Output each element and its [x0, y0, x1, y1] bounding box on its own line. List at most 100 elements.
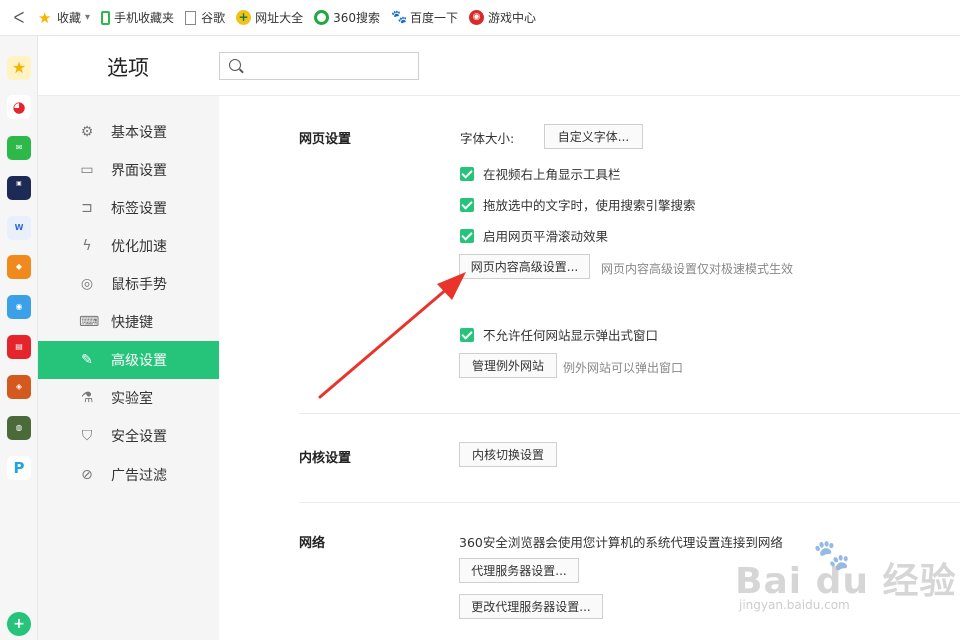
nav-label: 优化加速 [111, 239, 167, 255]
bookmark-favorites[interactable]: ★ 收藏 ▾ [38, 9, 90, 27]
lightning-icon: ϟ [82, 238, 92, 254]
flask-icon: ⚗ [80, 390, 94, 406]
weibo-icon[interactable]: ◕ [7, 95, 31, 119]
bookmark-mobile[interactable]: 手机收藏夹 [101, 9, 174, 26]
nav-item-shortcuts[interactable]: ⌨ 快捷键 [38, 303, 219, 341]
block-icon: ⊘ [81, 467, 93, 483]
nav-item-interface[interactable]: ▭ 界面设置 [38, 151, 219, 189]
bookmark-label: 网址大全 [255, 11, 304, 25]
wrench-icon: ✎ [81, 352, 93, 368]
nav-label: 标签设置 [111, 201, 167, 217]
settings-header: 选项 [38, 36, 960, 96]
section-title-network: 网络 [299, 536, 326, 551]
search-icon [229, 59, 241, 71]
checkbox-checked[interactable] [460, 197, 474, 212]
bookmark-360search[interactable]: 360搜索 [314, 9, 380, 26]
kernel-switch-button[interactable]: 内核切换设置 [459, 442, 557, 467]
gear-icon: ⚙ [80, 124, 94, 140]
exceptions-hint: 例外网站可以弹出窗口 [563, 361, 684, 375]
mouse-icon: ◎ [80, 276, 94, 292]
nav-item-security[interactable]: ⛉ 安全设置 [38, 417, 219, 455]
paw-icon: 🐾 [391, 10, 408, 25]
keyboard-icon: ⌨ [79, 314, 100, 330]
checkbox-row-drag-search[interactable]: 拖放选中的文字时，使用搜索引擎搜索 [460, 195, 696, 214]
bookmark-label: 收藏 [57, 11, 82, 25]
bookmark-label: 游戏中心 [488, 11, 537, 25]
nav-item-mouse-gesture[interactable]: ◎ 鼠标手势 [38, 265, 219, 303]
manage-exceptions-button[interactable]: 管理例外网站 [459, 353, 557, 378]
bookmark-label: 百度一下 [410, 11, 459, 25]
watermark-main: Bai du 经验 [735, 561, 957, 602]
custom-font-button[interactable]: 自定义字体... [544, 124, 643, 149]
checkbox-label: 在视频右上角显示工具栏 [483, 167, 621, 182]
bookmark-google[interactable]: 谷歌 [185, 9, 225, 26]
checkbox-row-block-popups[interactable]: 不允许任何网站显示弹出式窗口 [460, 325, 658, 344]
checkbox-label: 启用网页平滑滚动效果 [483, 229, 609, 244]
tab-icon: ⊐ [81, 200, 93, 216]
nav-item-optimize[interactable]: ϟ 优化加速 [38, 227, 219, 265]
nav-label: 安全设置 [111, 429, 167, 445]
nav-item-lab[interactable]: ⚗ 实验室 [38, 379, 219, 417]
plus-circle-icon: + [236, 10, 252, 25]
checkbox-checked[interactable] [460, 166, 474, 181]
nav-label: 广告过滤 [111, 468, 167, 484]
bookmark-baidu[interactable]: 🐾 百度一下 [391, 9, 458, 26]
search-box[interactable] [219, 52, 419, 80]
mail-icon[interactable]: ✉ [7, 136, 31, 160]
nav-label: 鼠标手势 [111, 277, 167, 293]
section-title-webpage: 网页设置 [299, 132, 352, 147]
checkbox-label: 拖放选中的文字时，使用搜索引擎搜索 [483, 198, 696, 213]
p-app-icon[interactable]: P [7, 456, 31, 480]
checkbox-checked[interactable] [460, 327, 474, 342]
advanced-content-settings-button[interactable]: 网页内容高级设置... [459, 254, 590, 279]
checkbox-row-smooth-scroll[interactable]: 启用网页平滑滚动效果 [460, 226, 608, 245]
novel-app-icon[interactable]: ◆ [7, 255, 31, 279]
word-doc-icon[interactable]: W [7, 216, 31, 240]
bookmark-game-center[interactable]: ◉ 游戏中心 [469, 9, 536, 26]
shopping-app-icon[interactable]: ▤ [7, 335, 31, 359]
checkbox-row-video-toolbar[interactable]: 在视频右上角显示工具栏 [460, 164, 621, 183]
document-icon [185, 10, 197, 25]
change-proxy-settings-button[interactable]: 更改代理服务器设置... [459, 594, 603, 619]
bookmark-label: 360搜索 [333, 11, 380, 25]
watermark-url: jingyan.baidu.com [739, 598, 850, 612]
phone-icon [101, 10, 111, 25]
circle-360-icon [314, 10, 330, 25]
favorites-star-icon[interactable]: ★ [7, 56, 31, 80]
checkbox-checked[interactable] [460, 228, 474, 243]
bookmarks-bar: ᐸ ★ 收藏 ▾ 手机收藏夹 谷歌 + 网址大全 360搜索 🐾 百度一下 ◉ … [0, 0, 960, 36]
divider [299, 502, 960, 503]
baidu-watermark: 🐾 Bai du 经验 jingyan.baidu.com [735, 538, 956, 628]
chevron-down-icon[interactable]: ▾ [85, 12, 90, 23]
app-sidebar: ★ ◕ ✉ ▣ W ◆ ◉ ▤ ◈ ◍ P + [0, 36, 38, 640]
bookmark-label: 谷歌 [201, 11, 226, 25]
proxy-settings-button[interactable]: 代理服务器设置... [459, 558, 579, 583]
nav-label: 基本设置 [111, 125, 167, 141]
back-icon[interactable]: ᐸ [0, 9, 38, 27]
checkbox-label: 不允许任何网站显示弹出式窗口 [483, 328, 659, 343]
font-size-label: 字体大小: [460, 131, 515, 146]
game-app-icon[interactable]: ◉ [7, 295, 31, 319]
bookmark-hao360[interactable]: + 网址大全 [236, 9, 303, 26]
nav-item-advanced[interactable]: ✎ 高级设置 [38, 341, 219, 379]
nav-label: 快捷键 [111, 315, 153, 331]
page-title: 选项 [107, 56, 149, 80]
nav-label: 高级设置 [111, 353, 167, 369]
divider [299, 413, 960, 414]
app-news-icon[interactable]: ▣ [7, 176, 31, 200]
nav-label: 实验室 [111, 391, 153, 407]
star-icon: ★ [38, 8, 52, 27]
game-icon: ◉ [469, 10, 485, 25]
nav-item-basic[interactable]: ⚙ 基本设置 [38, 113, 219, 151]
bookmark-label: 手机收藏夹 [114, 11, 175, 25]
game-app3-icon[interactable]: ◍ [7, 416, 31, 440]
nav-item-tabs[interactable]: ⊐ 标签设置 [38, 189, 219, 227]
nav-label: 界面设置 [111, 163, 167, 179]
window-icon: ▭ [80, 162, 94, 178]
shield-icon: ⛉ [81, 428, 93, 444]
nav-item-adblock[interactable]: ⊘ 广告过滤 [38, 456, 219, 494]
game-app2-icon[interactable]: ◈ [7, 375, 31, 399]
settings-nav: ⚙ 基本设置 ▭ 界面设置 ⊐ 标签设置 ϟ 优化加速 ◎ 鼠标手势 ⌨ 快捷键 ✎ 高级设置… [38, 96, 219, 640]
search-input[interactable] [248, 56, 413, 76]
add-app-icon[interactable]: + [7, 612, 31, 636]
